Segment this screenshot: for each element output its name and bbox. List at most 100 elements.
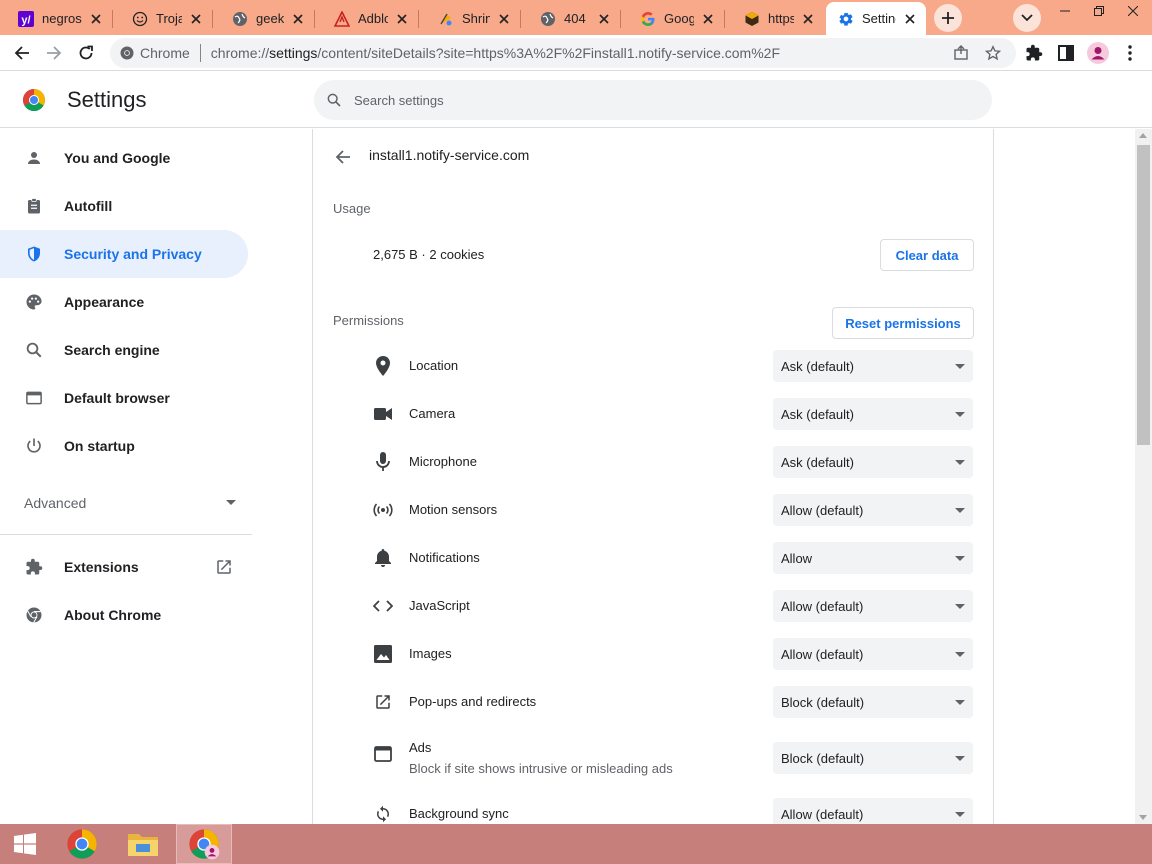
reload-icon — [79, 45, 93, 60]
scroll-up-icon[interactable] — [1139, 133, 1147, 138]
extensions-button[interactable] — [1020, 39, 1048, 67]
permission-select-camera[interactable]: Ask (default) — [773, 398, 973, 430]
reset-permissions-button[interactable]: Reset permissions — [832, 307, 974, 339]
permissions-heading: Permissions — [333, 313, 404, 328]
side-panel-button[interactable] — [1052, 39, 1080, 67]
caret-down-icon — [955, 460, 965, 465]
globe-icon — [232, 11, 248, 27]
camera-icon — [373, 404, 393, 424]
page-scrollbar[interactable] — [1135, 129, 1152, 824]
search-input[interactable] — [354, 92, 954, 108]
tab-search-button[interactable] — [1013, 4, 1041, 32]
permission-select-microphone[interactable]: Ask (default) — [773, 446, 973, 478]
browser-tab[interactable]: Trojan — [112, 2, 212, 35]
arrow-left-icon — [335, 150, 350, 164]
close-tab-icon[interactable] — [902, 11, 918, 27]
menu-button[interactable] — [1116, 39, 1144, 67]
browser-tab-active[interactable]: Setting — [826, 2, 926, 35]
address-bar[interactable]: Chrome chrome://settings/content/siteDet… — [110, 38, 1016, 68]
taskbar-file-explorer[interactable] — [118, 824, 168, 864]
profile-button[interactable] — [1084, 39, 1112, 67]
permission-row-microphone: Microphone Ask (default) — [373, 438, 973, 486]
permission-select-notifications[interactable]: Allow — [773, 542, 973, 574]
browser-tab[interactable]: https:/ — [724, 2, 824, 35]
start-button[interactable] — [0, 824, 50, 864]
forward-button[interactable] — [40, 39, 68, 67]
taskbar-chrome[interactable] — [57, 824, 107, 864]
back-button[interactable] — [8, 39, 36, 67]
yahoo-icon: y/ — [18, 10, 34, 27]
usage-text: 2,675 B · 2 cookies — [373, 247, 485, 262]
chrome-icon — [24, 605, 44, 625]
permission-select-background-sync[interactable]: Allow (default) — [773, 798, 973, 824]
permission-select-location[interactable]: Ask (default) — [773, 350, 973, 382]
close-tab-icon[interactable] — [290, 11, 306, 27]
caret-down-icon — [955, 812, 965, 817]
close-window-button[interactable] — [1116, 0, 1150, 22]
advanced-toggle[interactable]: Advanced — [24, 489, 236, 517]
search-icon — [327, 93, 341, 107]
clear-data-button[interactable]: Clear data — [880, 239, 974, 271]
browser-tab[interactable]: y/ negros — [2, 2, 112, 35]
person-icon — [24, 148, 44, 168]
bell-icon — [373, 548, 393, 568]
browser-tab[interactable]: 404 No — [520, 2, 620, 35]
taskbar-chrome-profile[interactable] — [176, 824, 232, 864]
browser-toolbar: Chrome chrome://settings/content/siteDet… — [0, 35, 1152, 71]
permission-row-location: Location Ask (default) — [373, 342, 973, 390]
permission-select-ads[interactable]: Block (default) — [773, 742, 973, 774]
ads-icon — [373, 744, 393, 764]
bookmark-button[interactable] — [984, 44, 1002, 62]
site-chip[interactable]: Chrome — [110, 45, 190, 61]
close-tab-icon[interactable] — [188, 11, 204, 27]
close-tab-icon[interactable] — [394, 11, 410, 27]
sidebar-item-about-chrome[interactable]: About Chrome — [0, 591, 248, 639]
motion-sensor-icon — [373, 500, 393, 520]
new-tab-button[interactable] — [934, 4, 962, 32]
share-button[interactable] — [952, 44, 970, 62]
minimize-button[interactable] — [1048, 0, 1082, 22]
browser-tab[interactable]: Google — [620, 2, 724, 35]
caret-down-icon — [226, 500, 236, 505]
close-tab-icon[interactable] — [596, 11, 612, 27]
close-tab-icon[interactable] — [496, 11, 512, 27]
permission-select-images[interactable]: Allow (default) — [773, 638, 973, 670]
browser-tab[interactable]: Adbloc — [314, 2, 418, 35]
more-vert-icon — [1128, 45, 1132, 61]
arrow-left-icon — [14, 46, 29, 60]
permission-select-motion-sensors[interactable]: Allow (default) — [773, 494, 973, 526]
close-tab-icon[interactable] — [800, 11, 816, 27]
sidebar-item-on-startup[interactable]: On startup — [0, 422, 248, 470]
caret-down-icon — [955, 508, 965, 513]
sidebar-item-autofill[interactable]: Autofill — [0, 182, 248, 230]
cube-icon — [744, 11, 760, 27]
scrollbar-thumb[interactable] — [1137, 145, 1150, 445]
chrome-icon — [67, 829, 97, 859]
close-tab-icon[interactable] — [700, 11, 716, 27]
arrow-right-icon — [47, 46, 62, 60]
settings-search[interactable] — [314, 80, 992, 120]
side-panel-icon — [1058, 45, 1074, 61]
browser-tab[interactable]: geek-tu — [212, 2, 314, 35]
permission-row-javascript: JavaScript Allow (default) — [373, 582, 973, 630]
scroll-down-icon[interactable] — [1139, 815, 1147, 820]
permission-select-popups[interactable]: Block (default) — [773, 686, 973, 718]
restore-button[interactable] — [1082, 0, 1116, 22]
permission-select-javascript[interactable]: Allow (default) — [773, 590, 973, 622]
browser-tab[interactable]: Shrink — [418, 2, 520, 35]
permission-row-ads: Ads Block if site shows intrusive or mis… — [373, 734, 973, 782]
permission-row-background-sync: Background sync Allow (default) — [373, 790, 973, 824]
sidebar-item-appearance[interactable]: Appearance — [0, 278, 248, 326]
back-to-site-list-button[interactable] — [331, 145, 355, 169]
caret-down-icon — [955, 604, 965, 609]
sidebar-item-you-and-google[interactable]: You and Google — [0, 134, 248, 182]
sidebar-item-search-engine[interactable]: Search engine — [0, 326, 248, 374]
close-tab-icon[interactable] — [88, 11, 104, 27]
sidebar-item-default-browser[interactable]: Default browser — [0, 374, 248, 422]
puzzle-icon — [1026, 44, 1043, 61]
sidebar-item-security-and-privacy[interactable]: Security and Privacy — [0, 230, 248, 278]
reload-button[interactable] — [72, 39, 100, 67]
chrome-icon — [120, 46, 134, 60]
usage-heading: Usage — [333, 201, 371, 216]
sidebar-item-extensions[interactable]: Extensions — [0, 543, 248, 591]
